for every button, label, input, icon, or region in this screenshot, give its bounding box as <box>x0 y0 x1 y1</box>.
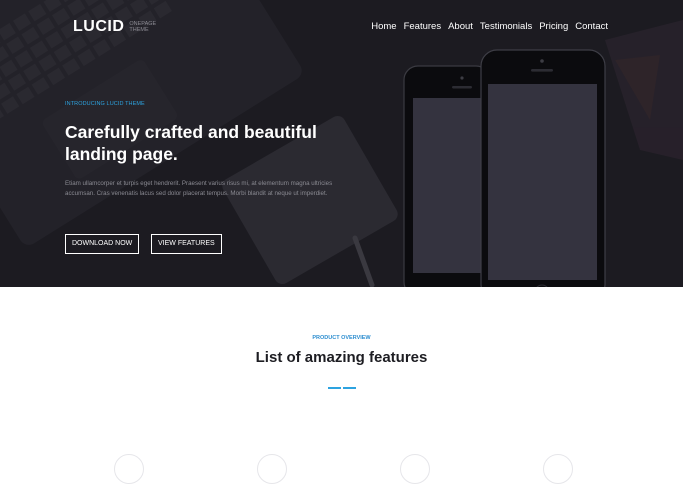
brand-logo[interactable]: LUCID <box>73 18 124 36</box>
feature-icon-circle <box>257 454 287 484</box>
nav-testimonials[interactable]: Testimonials <box>480 21 532 32</box>
hero-section: LUCID ONEPAGE THEME Home Features About … <box>0 0 683 287</box>
product-overview-label: PRODUCT OVERVIEW <box>312 335 371 341</box>
hero-headline-line1: Carefully crafted and beautiful <box>65 122 317 142</box>
hero-intro-label: INTRODUCING LUCID THEME <box>65 101 145 107</box>
feature-icon-circle <box>400 454 430 484</box>
feature-icon-circle <box>114 454 144 484</box>
nav-features[interactable]: Features <box>404 21 442 32</box>
divider-right <box>343 387 356 389</box>
nav-pricing[interactable]: Pricing <box>539 21 568 32</box>
nav-contact[interactable]: Contact <box>575 21 608 32</box>
phones-mockup-image <box>403 49 606 287</box>
nav-home[interactable]: Home <box>371 21 396 32</box>
brand-tagline: ONEPAGE THEME <box>129 20 157 34</box>
view-features-button[interactable]: VIEW FEATURES <box>151 234 222 254</box>
download-now-button[interactable]: DOWNLOAD NOW <box>65 234 140 254</box>
hero-headline-line2: landing page. <box>65 144 178 164</box>
divider-left <box>328 387 341 389</box>
feature-icon-circle <box>543 454 573 484</box>
features-title: List of amazing features <box>255 349 428 366</box>
hero-description: Etiam ullamcorper et turpis eget hendrer… <box>65 180 333 197</box>
brand[interactable]: LUCID ONEPAGE THEME <box>73 18 157 36</box>
nav-about[interactable]: About <box>448 21 473 32</box>
main-nav: Home Features About Testimonials Pricing… <box>364 21 608 32</box>
hero-headline: Carefully crafted and beautiful landing … <box>65 121 365 165</box>
